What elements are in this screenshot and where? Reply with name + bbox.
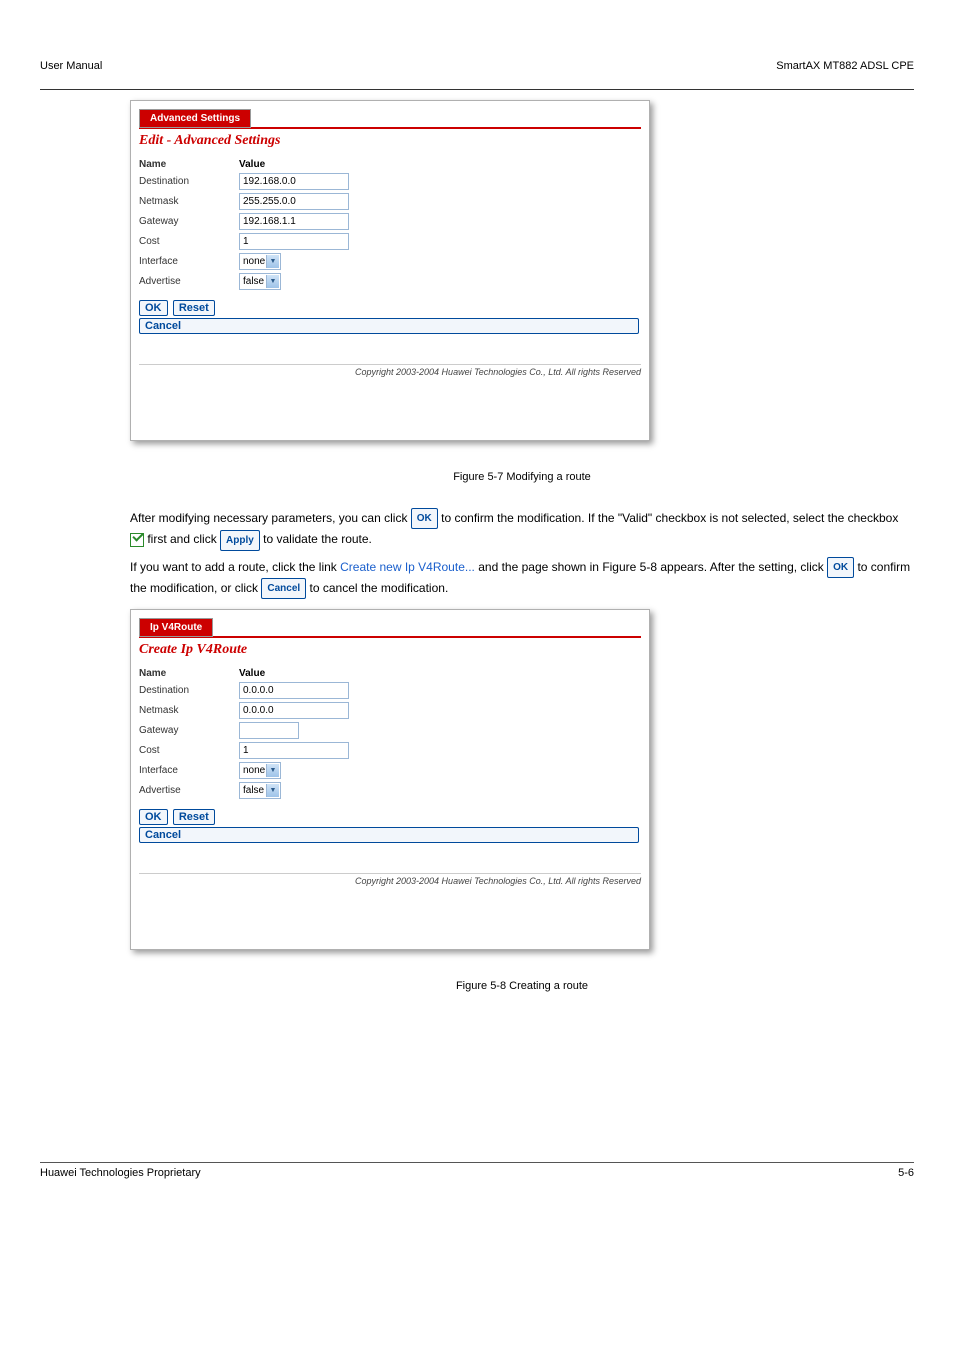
label-cost: Cost	[139, 236, 239, 247]
chevron-down-icon: ▼	[266, 764, 279, 777]
apply-button-inline: Apply	[220, 530, 260, 551]
gateway-input-2[interactable]	[239, 722, 299, 739]
interface-select-value-2: none	[243, 765, 265, 776]
col-header-value: Value	[239, 159, 265, 170]
label-destination: Destination	[139, 176, 239, 187]
ok-button-inline: OK	[411, 508, 438, 529]
interface-select-2[interactable]: none ▼	[239, 762, 281, 779]
interface-select-value: none	[243, 256, 265, 267]
panel-title-2: Create Ip V4Route	[139, 642, 641, 658]
label-cost-2: Cost	[139, 745, 239, 756]
label-advertise-2: Advertise	[139, 785, 239, 796]
gateway-input[interactable]	[239, 213, 349, 230]
col-header-value-2: Value	[239, 668, 265, 679]
paragraph-2: If you want to add a route, click the li…	[130, 557, 914, 600]
netmask-input-2[interactable]	[239, 702, 349, 719]
doc-title-right: SmartAX MT882 ADSL CPE	[776, 60, 914, 72]
reset-button-2[interactable]: Reset	[173, 809, 215, 825]
ok-button-2[interactable]: OK	[139, 809, 168, 825]
label-netmask-2: Netmask	[139, 705, 239, 716]
advertise-select-value-2: false	[243, 785, 264, 796]
label-interface: Interface	[139, 256, 239, 267]
label-interface-2: Interface	[139, 765, 239, 776]
doc-title-left: User Manual	[40, 60, 102, 72]
label-gateway: Gateway	[139, 216, 239, 227]
edit-advanced-settings-panel: Advanced Settings Edit - Advanced Settin…	[130, 100, 650, 441]
copyright-text-2: Copyright 2003-2004 Huawei Technologies …	[139, 873, 641, 886]
cancel-button-inline: Cancel	[261, 578, 306, 599]
chevron-down-icon: ▼	[266, 255, 279, 268]
destination-input-2[interactable]	[239, 682, 349, 699]
label-advertise: Advertise	[139, 276, 239, 287]
advertise-select-value: false	[243, 276, 264, 287]
netmask-input[interactable]	[239, 193, 349, 210]
tab-ip-v4route[interactable]: Ip V4Route	[139, 618, 213, 637]
col-header-name: Name	[139, 159, 239, 170]
advertise-select[interactable]: false ▼	[239, 273, 281, 290]
cancel-button-2[interactable]: Cancel	[139, 827, 639, 843]
create-ip-v4route-panel: Ip V4Route Create Ip V4Route Name Value …	[130, 609, 650, 950]
chevron-down-icon: ▼	[266, 275, 279, 288]
label-destination-2: Destination	[139, 685, 239, 696]
figure-caption-2: Figure 5-8 Creating a route	[130, 980, 914, 992]
create-route-link: Create new Ip V4Route...	[340, 560, 475, 574]
paragraph-1: After modifying necessary parameters, yo…	[130, 508, 914, 551]
reset-button[interactable]: Reset	[173, 300, 215, 316]
cost-input[interactable]	[239, 233, 349, 250]
advertise-select-2[interactable]: false ▼	[239, 782, 281, 799]
checkbox-valid-icon	[130, 533, 144, 547]
chevron-down-icon: ▼	[266, 784, 279, 797]
cancel-button[interactable]: Cancel	[139, 318, 639, 334]
label-netmask: Netmask	[139, 196, 239, 207]
ok-button-inline-2: OK	[827, 557, 854, 578]
figure-caption-1: Figure 5-7 Modifying a route	[130, 471, 914, 483]
interface-select[interactable]: none ▼	[239, 253, 281, 270]
panel-title: Edit - Advanced Settings	[139, 133, 641, 149]
tab-advanced-settings[interactable]: Advanced Settings	[139, 109, 251, 128]
col-header-name-2: Name	[139, 668, 239, 679]
label-gateway-2: Gateway	[139, 725, 239, 736]
ok-button[interactable]: OK	[139, 300, 168, 316]
copyright-text: Copyright 2003-2004 Huawei Technologies …	[139, 364, 641, 377]
destination-input[interactable]	[239, 173, 349, 190]
cost-input-2[interactable]	[239, 742, 349, 759]
footer-page-number: 5-6	[898, 1167, 914, 1179]
footer-left: Huawei Technologies Proprietary	[40, 1167, 201, 1179]
